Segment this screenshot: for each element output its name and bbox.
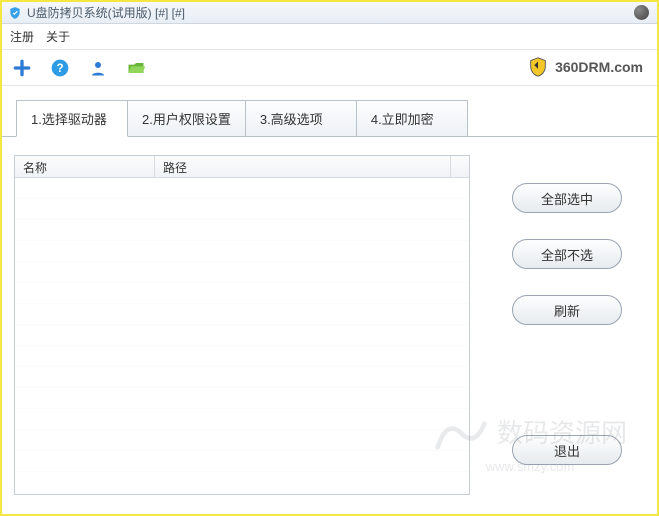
- column-spacer: [451, 156, 469, 177]
- menu-register[interactable]: 注册: [10, 28, 34, 45]
- table-body[interactable]: [15, 178, 469, 494]
- shield-icon: [8, 6, 22, 20]
- button-label: 全部不选: [541, 245, 593, 264]
- table-header: 名称 路径: [15, 156, 469, 178]
- drive-table: 名称 路径: [14, 155, 470, 495]
- titlebar-controls: [634, 5, 649, 23]
- help-icon[interactable]: ?: [48, 56, 72, 80]
- menu-about[interactable]: 关于: [46, 28, 70, 45]
- tab-label: 1.选择驱动器: [31, 112, 107, 127]
- tab-label: 4.立即加密: [371, 112, 434, 127]
- window-title: U盘防拷贝系统(试用版) [#] [#]: [27, 4, 185, 21]
- button-label: 全部选中: [541, 189, 593, 208]
- add-icon[interactable]: [10, 56, 34, 80]
- brand-shield-icon: [527, 56, 549, 78]
- column-name[interactable]: 名称: [15, 156, 155, 177]
- tab-label: 2.用户权限设置: [142, 112, 231, 127]
- brand-logo: 360DRM.com: [527, 56, 643, 78]
- content-area: 名称 路径 全部选中 全部不选 刷新 退出: [2, 136, 657, 516]
- button-label: 刷新: [554, 301, 580, 320]
- brand-text: 360DRM.com: [555, 59, 643, 75]
- user-icon[interactable]: [86, 56, 110, 80]
- select-all-button[interactable]: 全部选中: [512, 183, 622, 213]
- open-icon[interactable]: [124, 56, 148, 80]
- window-control-icon[interactable]: [634, 5, 649, 20]
- button-label: 退出: [554, 441, 580, 460]
- select-none-button[interactable]: 全部不选: [512, 239, 622, 269]
- tab-user-permissions[interactable]: 2.用户权限设置: [127, 100, 246, 137]
- refresh-button[interactable]: 刷新: [512, 295, 622, 325]
- svg-text:?: ?: [56, 62, 63, 75]
- tab-advanced-options[interactable]: 3.高级选项: [245, 100, 357, 137]
- tabstrip: 1.选择驱动器 2.用户权限设置 3.高级选项 4.立即加密: [16, 100, 657, 137]
- titlebar: U盘防拷贝系统(试用版) [#] [#]: [2, 2, 657, 24]
- side-buttons: 全部选中 全部不选 刷新 退出: [512, 155, 622, 504]
- tab-encrypt-now[interactable]: 4.立即加密: [356, 100, 468, 137]
- column-path[interactable]: 路径: [155, 156, 451, 177]
- menubar: 注册 关于: [2, 24, 657, 50]
- tab-label: 3.高级选项: [260, 112, 323, 127]
- exit-button[interactable]: 退出: [512, 435, 622, 465]
- toolbar: ? 360DRM.com: [2, 50, 657, 86]
- tab-select-drive[interactable]: 1.选择驱动器: [16, 100, 128, 137]
